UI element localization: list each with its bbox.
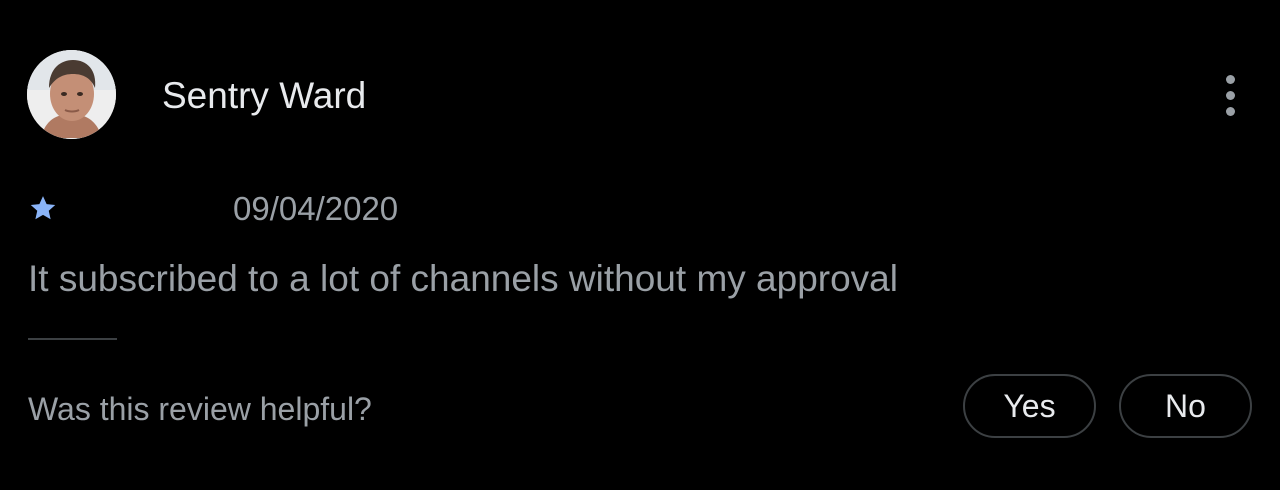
helpful-yes-button[interactable]: Yes <box>963 374 1096 438</box>
helpful-question: Was this review helpful? <box>28 391 372 427</box>
review-author-name: Sentry Ward <box>162 75 367 116</box>
star-icon <box>30 196 56 220</box>
more-vert-icon-dot <box>1225 90 1235 100</box>
review-text: It subscribed to a lot of channels witho… <box>28 258 898 299</box>
more-vert-icon-dot <box>1225 106 1235 116</box>
helpful-no-button[interactable]: No <box>1119 374 1252 438</box>
avatar-photo <box>27 50 116 139</box>
more-vert-icon <box>1225 74 1235 84</box>
more-options-button[interactable] <box>1212 70 1248 120</box>
divider <box>28 338 117 340</box>
review-date: 09/04/2020 <box>233 190 399 227</box>
avatar[interactable] <box>27 50 116 139</box>
